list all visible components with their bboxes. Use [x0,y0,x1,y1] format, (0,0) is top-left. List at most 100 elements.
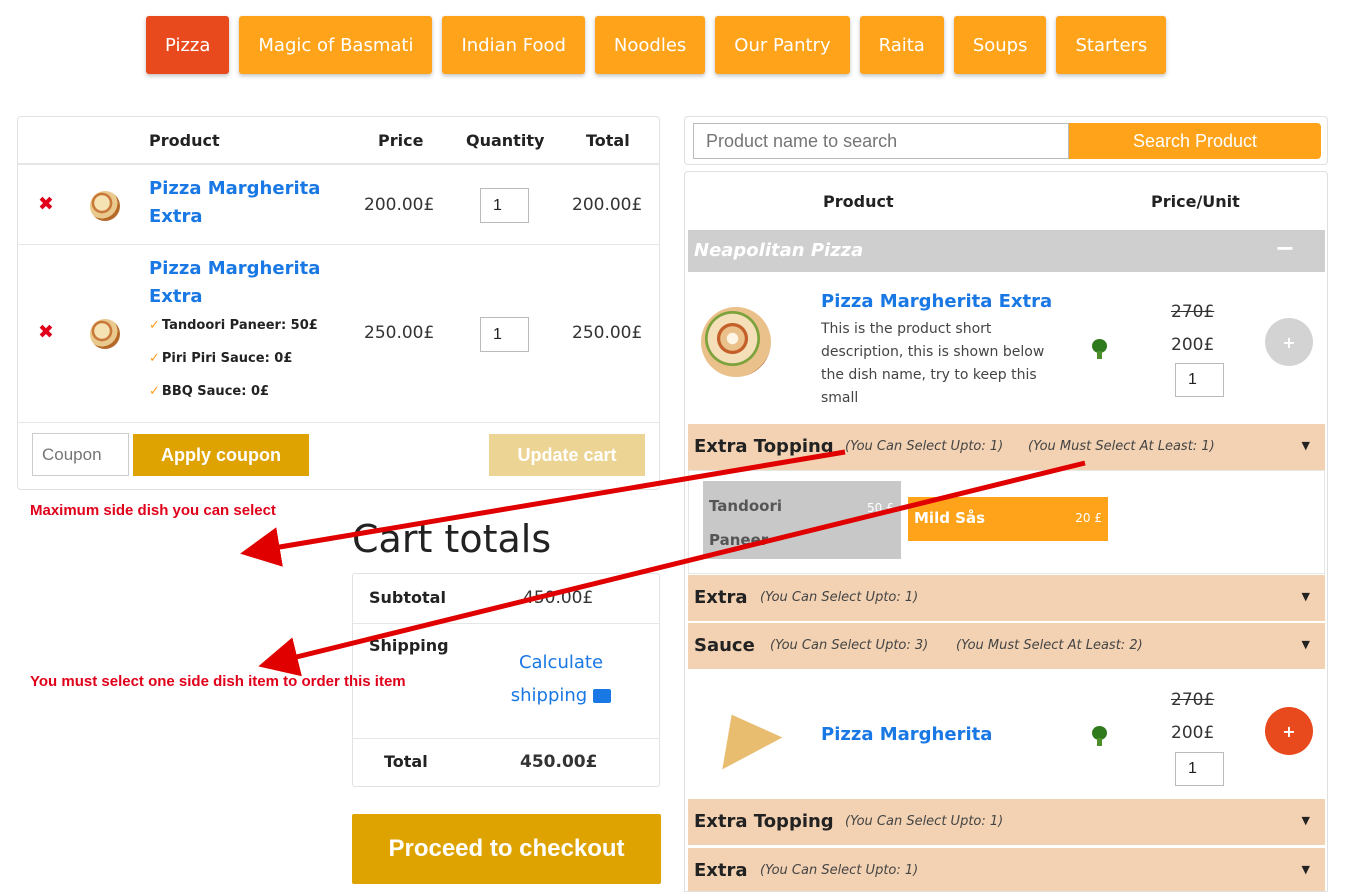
quantity-input[interactable] [480,317,529,352]
group-name: Extra [694,587,748,608]
caret-down-icon: ▼ [1301,814,1310,827]
option-group-extra-topping[interactable]: Extra Topping (You Can Select Upto: 1) ▼ [688,799,1325,845]
group-name: Extra Topping [694,436,834,457]
cart-product-name[interactable]: Pizza Margherita Extra [149,175,320,231]
menu-header-price: Price/Unit [1151,192,1240,211]
option-name: Tandoori Paneer [709,497,782,549]
cart-table-header: Product Price Quantity Total [18,117,659,165]
tab-magic-of-basmati[interactable]: Magic of Basmati [239,16,433,74]
tab-raita[interactable]: Raita [859,16,944,74]
remove-item-icon[interactable]: ✖ [38,321,54,343]
group-min-info: (You Must Select At Least: 1) [1028,439,1215,454]
option-group-extra[interactable]: Extra (You Can Select Upto: 1) ▼ [688,575,1325,621]
cart-totals-table: Subtotal 450.00£ Shipping Calculate ship… [352,573,660,787]
cart-totals-title: Cart totals [352,517,552,561]
check-icon: ✓ [149,384,160,399]
option-chip[interactable]: Mild Sås 20 £ [908,497,1108,541]
category-bar[interactable]: Neapolitan Pizza − [688,230,1325,272]
menu-product-old-price: 270£ [1171,302,1215,322]
product-thumbnail [90,319,120,349]
cart-product-name-line1: Pizza Margherita [149,258,321,279]
proceed-to-checkout-button[interactable]: Proceed to checkout [352,814,661,884]
category-name: Neapolitan Pizza [694,240,864,261]
menu-product-name[interactable]: Pizza Margherita [821,724,992,745]
group-max-info: (You Can Select Upto: 1) [760,863,919,878]
search-product-button[interactable]: Search Product [1069,123,1321,159]
cart-row: ✖ Pizza Margherita Extra ✓ Tandoori Panee… [18,245,659,423]
header-price: Price [378,131,424,150]
option-name: Mild Sås [914,509,986,527]
menu-product-price: 200£ [1171,723,1215,743]
remove-item-icon[interactable]: ✖ [38,193,54,215]
option-label: BBQ Sauce: 0£ [161,384,270,399]
pizza-image [701,307,771,377]
menu-quantity-input[interactable] [1175,752,1224,786]
product-thumbnail [90,191,120,221]
shipping-label: Shipping [369,636,449,655]
tab-indian-food[interactable]: Indian Food [442,16,585,74]
product-search: Search Product [684,116,1328,165]
option-label: Tandoori Paneer: 50£ [161,318,318,333]
cart-item-price: 200.00£ [364,195,435,215]
cart-item-price: 250.00£ [364,323,435,343]
option-group-body: Tandoori Paneer 50 £ Mild Sås 20 £ [688,470,1325,574]
option-group-extra[interactable]: Extra (You Can Select Upto: 1) ▼ [688,848,1325,891]
cart-product-name-line2: Extra [149,286,203,307]
menu-product-name[interactable]: Pizza Margherita Extra [821,291,1052,312]
add-to-cart-button[interactable]: + [1265,707,1313,755]
selected-option: ✓ Tandoori Paneer: 50£ [149,318,318,333]
menu-quantity-input[interactable] [1175,363,1224,397]
menu-header: Product Price/Unit [685,172,1327,230]
caret-down-icon: ▼ [1301,590,1310,603]
product-search-input[interactable] [693,123,1069,159]
option-label: Piri Piri Sauce: 0£ [161,351,293,366]
tab-pizza[interactable]: Pizza [146,16,230,74]
option-chip-disabled: Tandoori Paneer 50 £ [703,481,901,559]
pizza-slice-image [701,698,783,770]
subtotal-row: Subtotal 450.00£ [353,574,659,624]
cart-row: ✖ Pizza Margherita Extra 200.00£ 200.00£ [18,167,659,245]
header-quantity: Quantity [466,131,545,150]
calculate-shipping-link[interactable]: Calculate shipping [503,646,619,712]
cart-product-name-line1: Pizza Margherita [149,178,321,199]
calculate-shipping-line2: shipping [510,685,588,706]
cart-item-total: 250.00£ [572,323,643,343]
calculate-shipping-line2-wrap: shipping [503,679,619,712]
menu-product-description: This is the product short description, t… [821,321,1045,406]
vegetarian-icon [1089,339,1109,359]
add-to-cart-button[interactable]: + [1265,318,1313,366]
tab-our-pantry[interactable]: Our Pantry [715,16,850,74]
header-total: Total [586,131,630,150]
cart-product-name-line2: Extra [149,206,203,227]
apply-coupon-button[interactable]: Apply coupon [133,434,309,476]
tab-starters[interactable]: Starters [1056,16,1167,74]
cart-product-name[interactable]: Pizza Margherita Extra [149,255,320,311]
subtotal-value: 450.00£ [523,588,594,608]
collapse-icon[interactable]: − [1275,234,1295,262]
cart-item-total: 200.00£ [572,195,643,215]
option-group-sauce[interactable]: Sauce (You Can Select Upto: 3) (You Must… [688,623,1325,669]
option-group-extra-topping[interactable]: Extra Topping (You Can Select Upto: 1) (… [688,424,1325,470]
product-menu: Product Price/Unit Neapolitan Pizza − Pi… [684,171,1328,892]
tab-noodles[interactable]: Noodles [594,16,706,74]
coupon-input[interactable] [32,433,129,476]
check-icon: ✓ [149,351,160,366]
group-max-info: (You Can Select Upto: 3) [770,638,929,653]
header-product: Product [149,131,220,150]
quantity-input[interactable] [480,188,529,223]
cart-table: Product Price Quantity Total ✖ Pizza Mar… [17,116,660,490]
annotation-max-side-dish: Maximum side dish you can select [30,502,276,519]
group-max-info: (You Can Select Upto: 1) [845,439,1004,454]
update-cart-button[interactable]: Update cart [489,434,645,476]
menu-product-old-price: 270£ [1171,690,1215,710]
shipping-row: Shipping Calculate shipping [353,624,659,739]
option-price: 20 £ [1075,511,1102,525]
group-name: Extra [694,860,748,881]
category-tabs: Pizza Magic of Basmati Indian Food Noodl… [146,16,1167,74]
caret-down-icon: ▼ [1301,863,1310,876]
total-value: 450.00£ [520,752,598,772]
selected-option: ✓ Piri Piri Sauce: 0£ [149,351,292,366]
group-max-info: (You Can Select Upto: 1) [845,814,1004,829]
selected-option: ✓ BBQ Sauce: 0£ [149,384,269,399]
tab-soups[interactable]: Soups [953,16,1047,74]
